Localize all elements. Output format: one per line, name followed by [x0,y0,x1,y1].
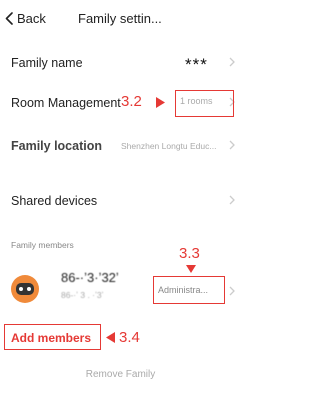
remove-family-button[interactable]: Remove Family [0,369,241,380]
family-location-label: Family location [11,139,102,153]
family-members-heading: Family members [11,240,74,250]
annotation-arrow-right-icon [156,97,165,108]
chevron-right-icon [229,195,235,205]
chevron-left-icon [5,12,13,25]
annotation-label-3-4: 3.4 [119,329,140,346]
chevron-right-icon [229,140,235,150]
page-title: Family settin... [78,11,162,26]
header-bar: Back Family settin... [0,0,241,38]
member-phone: 86-·ʼ 3 . ·ʼ3ʼ [61,290,104,300]
avatar-eye [19,287,23,291]
family-name-value: *** [185,55,208,74]
annotation-box-add-members [4,324,101,350]
chevron-right-icon [229,57,235,67]
robot-face-icon [16,283,34,295]
annotation-box-rooms [175,90,234,117]
back-button[interactable]: Back [5,11,46,26]
family-name-label: Family name [11,56,83,70]
annotation-box-role [153,276,225,304]
back-label: Back [17,11,46,26]
room-management-label: Room Management [11,96,121,110]
shared-devices-label: Shared devices [11,194,98,208]
annotation-arrow-left-icon [106,332,115,343]
shared-devices-row[interactable]: Shared devices [0,187,241,215]
member-name: 86-·ʼ3·ʼ32ʼ [61,270,119,285]
chevron-right-icon [229,286,235,296]
annotation-label-3-3: 3.3 [179,245,200,262]
avatar-eye [27,287,31,291]
avatar [11,275,39,303]
family-location-value: Shenzhen Longtu Educ... [121,141,217,151]
family-name-row[interactable]: Family name *** [0,49,241,77]
annotation-arrow-down-icon [186,265,196,273]
annotation-label-3-2: 3.2 [121,93,142,110]
family-location-row[interactable]: Family location Shenzhen Longtu Educ... [0,132,241,160]
